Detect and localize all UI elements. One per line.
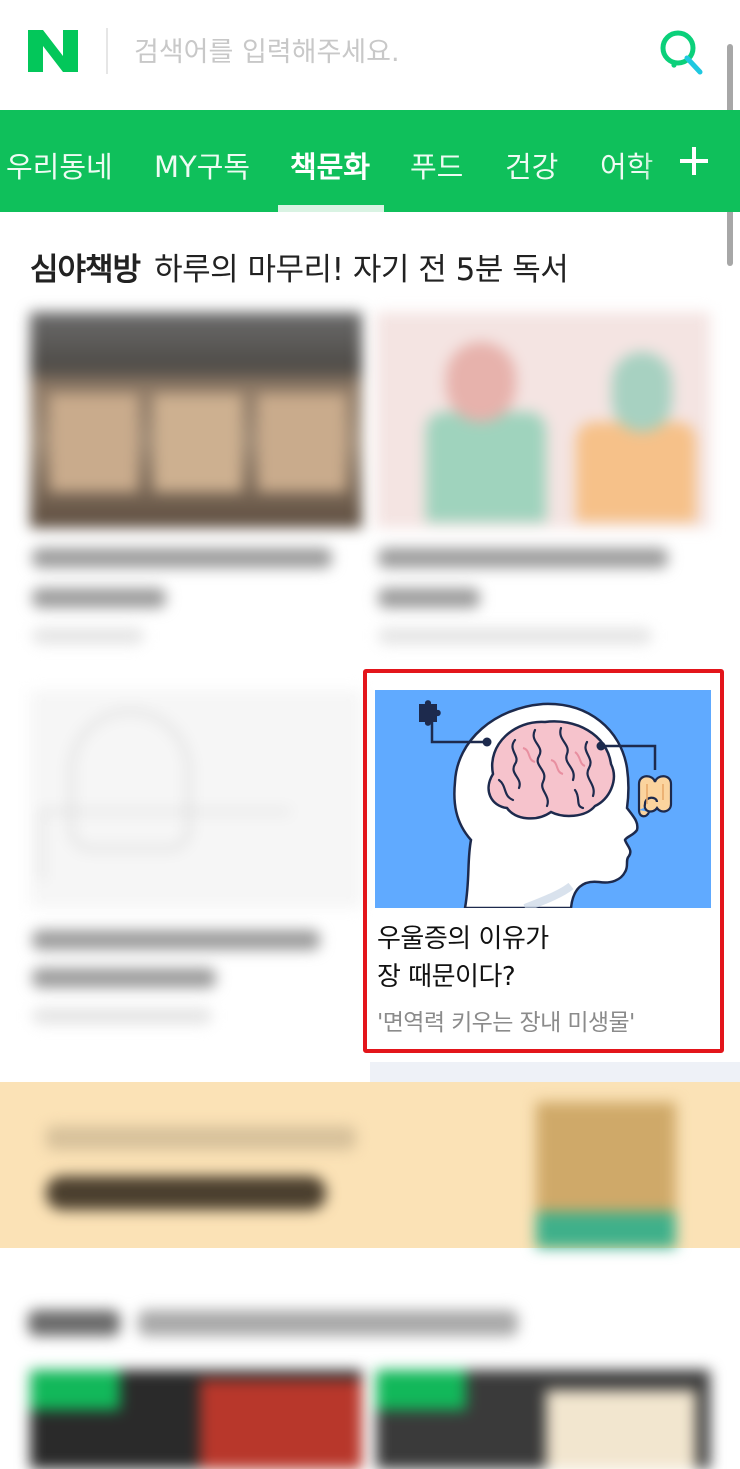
top-header: N — [0, 0, 740, 110]
article-title — [378, 588, 480, 608]
featured-title-line1: 우울증의 이유가 — [377, 924, 549, 954]
article-thumbnail[interactable] — [30, 1370, 362, 1469]
article-title — [32, 930, 320, 950]
article-title — [32, 968, 216, 988]
banner-button[interactable] — [46, 1176, 326, 1210]
section-title-sub: 하루의 마무리! 자기 전 5분 독서 — [154, 252, 569, 288]
featured-card-subtitle: '면역력 키우는 장내 미생물' — [377, 1010, 635, 1036]
search-input[interactable] — [134, 30, 614, 74]
article-subtitle — [32, 628, 144, 644]
tab-books-culture[interactable]: 책문화 — [290, 144, 370, 186]
banner-top-strip — [370, 1062, 740, 1082]
brain-illustration — [419, 700, 673, 908]
featured-card-title[interactable]: 우울증의 이유가 장 때문이다? — [377, 920, 707, 996]
puzzle-icon — [419, 700, 441, 726]
plus-icon[interactable] — [678, 141, 710, 181]
promo-banner[interactable] — [0, 1082, 740, 1248]
article-subtitle — [378, 628, 652, 644]
search-icon[interactable] — [654, 26, 710, 78]
category-nav: 우리동네 MY구독 책문화 푸드 건강 어학 — [0, 110, 740, 212]
tab-neighborhood[interactable]: 우리동네 — [6, 144, 113, 186]
naver-logo[interactable]: N — [28, 30, 78, 72]
article-thumbnail[interactable] — [30, 312, 362, 528]
active-tab-indicator — [278, 205, 384, 212]
banner-product-image — [536, 1102, 676, 1248]
featured-title-line2: 장 때문이다? — [377, 962, 516, 992]
article-title — [32, 548, 332, 568]
section-title-strong: 심야책방 — [30, 252, 141, 288]
tab-my-subscription[interactable]: MY구독 — [154, 144, 250, 186]
article-subtitle — [32, 1008, 212, 1024]
brain-icon — [487, 720, 616, 820]
article-title — [378, 548, 668, 568]
article-thumbnail[interactable] — [30, 690, 362, 908]
article-thumbnail[interactable] — [376, 312, 710, 528]
tab-health[interactable]: 건강 — [505, 144, 558, 186]
article-thumbnail[interactable] — [376, 1370, 710, 1469]
intestine-icon — [637, 775, 673, 818]
header-divider — [106, 28, 108, 74]
article-title — [32, 588, 166, 608]
tab-food[interactable]: 푸드 — [410, 144, 463, 186]
section-title: 심야책방 하루의 마무리! 자기 전 5분 독서 — [30, 244, 569, 289]
banner-headline — [46, 1126, 356, 1150]
featured-card-thumbnail[interactable] — [375, 690, 711, 908]
